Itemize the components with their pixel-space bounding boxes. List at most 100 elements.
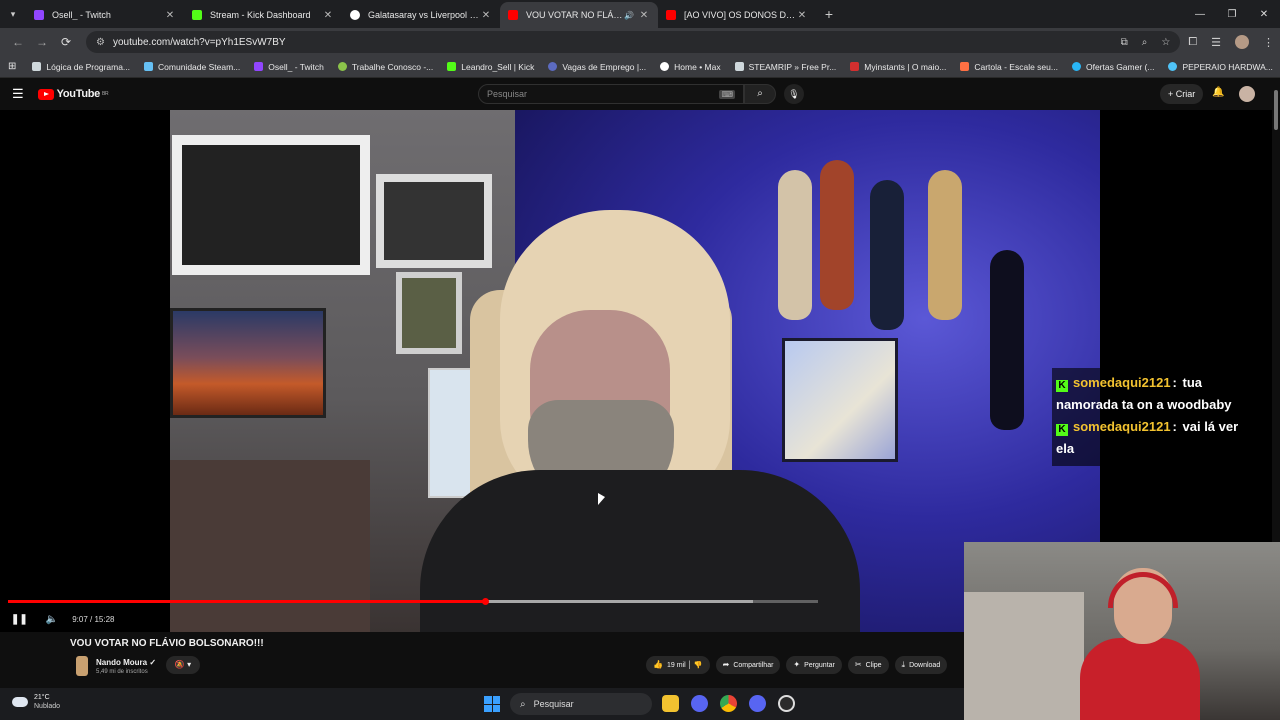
bookmarks-bar: ⊞ Lógica de Programa... Comunidade Steam… — [0, 56, 1280, 78]
minimize-icon[interactable]: — — [1184, 9, 1216, 20]
search-icon: ⌕ — [520, 698, 526, 710]
channel-info[interactable]: Nando Moura ✓ 5,49 mi de inscritos — [76, 656, 156, 676]
like-button[interactable]: 👍 19 mil │ 👎 — [646, 656, 710, 674]
discord-icon[interactable] — [749, 695, 766, 712]
bookmark-item[interactable]: Cartola - Escale seu... — [960, 62, 1058, 72]
max-icon — [660, 62, 670, 71]
bookmark-icon — [734, 62, 744, 71]
kick-chat-overlay: Ksomedaqui2121: tua namorada ta on a woo… — [1052, 368, 1257, 466]
voice-search-button[interactable]: 🎙 — [784, 84, 804, 104]
keyboard-icon[interactable]: ⌨ — [719, 89, 735, 99]
bookmark-icon — [1071, 62, 1081, 71]
youtube-icon — [666, 10, 676, 20]
account-avatar[interactable] — [1239, 86, 1255, 102]
install-icon[interactable]: ⧉ — [1121, 37, 1128, 48]
create-button[interactable]: + Criar — [1160, 84, 1204, 104]
windows-start-icon[interactable] — [484, 696, 500, 712]
guitar — [870, 180, 904, 330]
volume-icon[interactable]: 🔈 — [46, 614, 58, 625]
time-display: 9:07 / 15:28 — [72, 614, 115, 624]
obs-icon[interactable] — [778, 695, 795, 712]
audio-icon[interactable]: 🔊 — [624, 11, 634, 20]
tab-hbo[interactable]: Galatasaray vs Liverpool • HBO ✕ — [342, 2, 500, 28]
player-controls: ❚❚ 🔈 9:07 / 15:28 — [0, 608, 900, 630]
taskbar-search[interactable]: ⌕ Pesquisar — [510, 693, 652, 715]
desk — [170, 460, 370, 632]
channel-name[interactable]: Nando Moura ✓ — [96, 658, 156, 667]
browser-tab-strip: ▾ Osell_ - Twitch ✕ Stream - Kick Dashbo… — [0, 0, 1280, 28]
clip-button[interactable]: ✂ Clipe — [847, 656, 889, 674]
tab-kick-dashboard[interactable]: Stream - Kick Dashboard ✕ — [184, 2, 342, 28]
progress-bar[interactable] — [8, 598, 818, 605]
discord-icon[interactable] — [691, 695, 708, 712]
channel-avatar[interactable] — [76, 656, 88, 676]
bookmark-icon — [337, 62, 347, 71]
reading-list-icon[interactable]: ☰ — [1211, 36, 1221, 49]
bookmark-icon — [32, 62, 42, 71]
scrollbar-thumb[interactable] — [1274, 90, 1278, 130]
reload-icon[interactable]: ⟳ — [54, 35, 78, 49]
bookmark-item[interactable]: Trabalhe Conosco -... — [337, 62, 433, 72]
zoom-icon[interactable]: ⌕ — [1142, 37, 1148, 48]
bookmark-item[interactable]: Comunidade Steam... — [144, 62, 240, 72]
thumbs-up-icon: 👍 — [653, 660, 663, 669]
search-input[interactable]: Pesquisar ⌨ — [478, 84, 744, 104]
profile-avatar[interactable] — [1235, 35, 1249, 49]
menu-icon[interactable]: ☰ — [12, 86, 24, 102]
bookmark-star-icon[interactable]: ☆ — [1161, 37, 1170, 48]
bookmark-item[interactable]: Osell_ - Twitch — [254, 62, 324, 72]
video-info: VOU VOTAR NO FLÁVIO BOLSONARO!!! Nando M… — [0, 632, 964, 688]
bookmark-item[interactable]: Lógica de Programa... — [32, 62, 130, 72]
notifications-bell-icon[interactable]: 🔔 — [1212, 87, 1224, 98]
search-button[interactable]: ⌕ — [744, 84, 776, 104]
chrome-icon[interactable] — [720, 695, 737, 712]
tab-search-icon[interactable]: ▾ — [0, 0, 26, 28]
tab-twitch[interactable]: Osell_ - Twitch ✕ — [26, 2, 184, 28]
bell-off-icon: 🔕 — [174, 660, 185, 669]
weather-widget[interactable]: 21°C Nublado — [12, 693, 60, 711]
ask-button[interactable]: ✦ Perguntar — [786, 656, 842, 674]
close-window-icon[interactable]: ✕ — [1248, 9, 1280, 20]
bookmark-icon — [850, 62, 860, 71]
thumbs-down-icon[interactable]: 👎 — [694, 662, 703, 669]
restore-icon[interactable]: ❐ — [1216, 9, 1248, 20]
apps-icon[interactable]: ⊞ — [8, 61, 16, 72]
tab-youtube-live[interactable]: [AO VIVO] OS DONOS DA BOL ✕ — [658, 2, 816, 28]
site-info-icon[interactable]: ⚙ — [96, 37, 105, 48]
new-tab-button[interactable]: + — [816, 6, 842, 22]
share-button[interactable]: ➦ Compartilhar — [715, 656, 781, 674]
video-title: VOU VOTAR NO FLÁVIO BOLSONARO!!! — [70, 638, 264, 649]
bookmark-item[interactable]: Ofertas Gamer (... — [1071, 62, 1154, 72]
close-icon[interactable]: ✕ — [164, 10, 176, 21]
url-field[interactable]: ⚙ youtube.com/watch?v=pYh1ESvW7BY ⧉ ⌕ ☆ — [86, 31, 1181, 53]
bookmark-item[interactable]: Home • Max — [660, 62, 721, 72]
tab-youtube-active[interactable]: VOU VOTAR NO FLÁVIO BO 🔊 ✕ — [500, 2, 658, 28]
close-icon[interactable]: ✕ — [480, 10, 492, 21]
bookmark-item[interactable]: Myinstants | O maio... — [850, 62, 946, 72]
bookmark-item[interactable]: Vagas de Emprego |... — [548, 62, 646, 72]
bookmark-item[interactable]: STEAMRIP » Free Pr... — [734, 62, 836, 72]
subscription-bell-button[interactable]: 🔕 ▾ — [166, 656, 200, 674]
address-bar-row: ← → ⟳ ⚙ youtube.com/watch?v=pYh1ESvW7BY … — [0, 28, 1280, 56]
search-icon: ⌕ — [757, 88, 763, 99]
kick-icon — [192, 10, 202, 20]
chat-message: Ksomedaqui2121: vai lá ver ela — [1056, 419, 1239, 456]
kick-icon: K — [1056, 380, 1068, 392]
youtube-logo[interactable]: YouTube BR — [37, 88, 109, 100]
forward-icon[interactable]: → — [30, 35, 54, 49]
more-menu-icon[interactable]: ⋮ — [1263, 36, 1274, 49]
pause-icon[interactable]: ❚❚ — [11, 614, 28, 625]
close-icon[interactable]: ✕ — [322, 10, 334, 21]
extensions-icon[interactable]: ⧠ — [1188, 36, 1197, 49]
wall-picture — [396, 272, 462, 354]
download-button[interactable]: ⤓ Download — [894, 656, 948, 674]
close-icon[interactable]: ✕ — [796, 10, 808, 21]
steam-icon — [144, 62, 154, 71]
wall-picture — [172, 135, 370, 275]
close-icon[interactable]: ✕ — [638, 10, 650, 21]
cloud-icon — [12, 697, 28, 707]
bookmark-item[interactable]: Leandro_Sell | Kick — [447, 62, 534, 72]
file-explorer-icon[interactable] — [662, 695, 679, 712]
bookmark-item[interactable]: PEPERAIO HARDWA... — [1168, 62, 1273, 72]
back-icon[interactable]: ← — [6, 35, 30, 49]
